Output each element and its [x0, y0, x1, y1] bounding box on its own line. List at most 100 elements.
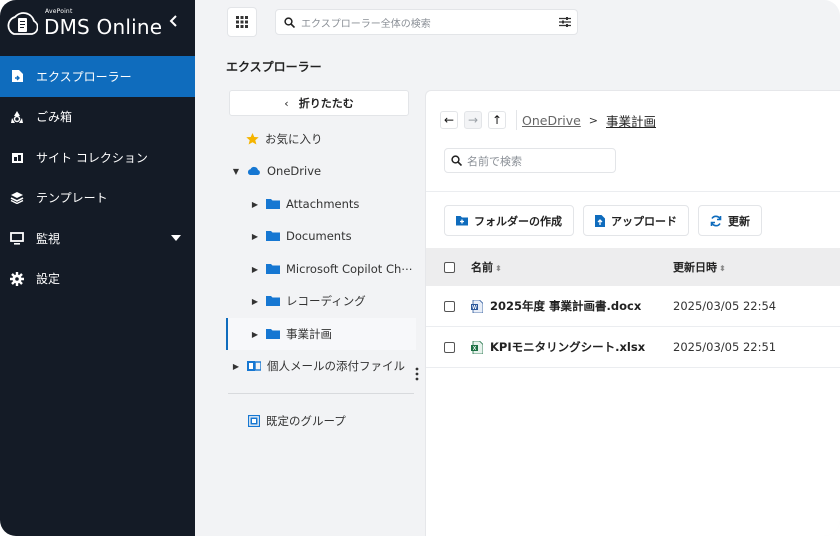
- forward-button[interactable]: →: [464, 111, 482, 129]
- up-button[interactable]: ↑: [488, 111, 506, 129]
- recycle-icon: [10, 110, 24, 124]
- breadcrumb: OneDrive > 事業計画: [516, 110, 656, 130]
- sidebar: AvePoint DMS Online エクスプローラー ごみ箱 サイト コレク…: [0, 0, 195, 536]
- brand: AvePoint DMS Online: [0, 0, 195, 52]
- sort-icon: ⬍: [495, 264, 502, 273]
- page-title: エクスプローラー: [226, 60, 322, 74]
- refresh-label: 更新: [728, 214, 750, 228]
- sidebar-item-site-collection[interactable]: サイト コレクション: [0, 137, 195, 178]
- refresh-icon: [710, 215, 722, 227]
- filter-icon[interactable]: [559, 17, 571, 27]
- tree-item-folder[interactable]: ▶ Microsoft Copilot Ch⋯: [226, 253, 416, 285]
- mail-attachment-icon: [247, 361, 261, 371]
- caret-down-icon[interactable]: ▼: [231, 167, 241, 176]
- name-search-input[interactable]: 名前で検索: [444, 148, 616, 173]
- tree-divider: [228, 393, 414, 394]
- column-header-name[interactable]: 名前 ⬍: [471, 259, 502, 275]
- collapse-tree-button[interactable]: ‹ 折りたたむ: [229, 90, 409, 116]
- caret-right-icon[interactable]: ▶: [231, 362, 241, 371]
- search-placeholder: エクスプローラー全体の検索: [301, 18, 431, 30]
- collapse-tree-label: 折りたたむ: [298, 97, 354, 110]
- tree-item-label: Microsoft Copilot Ch⋯: [286, 262, 413, 276]
- caret-right-icon[interactable]: ▶: [250, 200, 260, 209]
- caret-down-icon[interactable]: [171, 235, 181, 241]
- tree-item-folder[interactable]: ▶ Attachments: [226, 188, 416, 220]
- sidebar-item-settings[interactable]: 設定: [0, 259, 195, 300]
- refresh-button[interactable]: 更新: [698, 205, 762, 236]
- row-checkbox[interactable]: [444, 300, 455, 312]
- tree-item-label: お気に入り: [265, 132, 323, 146]
- select-all-checkbox[interactable]: [444, 261, 455, 273]
- divider: [426, 191, 840, 192]
- tree-item-folder[interactable]: ▶ Documents: [226, 220, 416, 252]
- app-launcher-button[interactable]: [227, 7, 257, 37]
- folder-icon: [266, 231, 280, 241]
- folder-icon: [266, 264, 280, 274]
- gear-icon: [10, 271, 24, 286]
- file-name[interactable]: W 2025年度 事業計画書.docx: [471, 298, 641, 314]
- upload-icon: [595, 214, 605, 227]
- search-icon: [451, 155, 462, 166]
- brand-sub: AvePoint: [45, 8, 73, 15]
- history-nav: ← → ↑: [440, 111, 506, 129]
- sidebar-item-monitoring[interactable]: 監視: [0, 218, 195, 259]
- monitor-icon: [10, 231, 24, 245]
- upload-label: アップロード: [611, 214, 677, 228]
- sidebar-item-label: サイト コレクション: [36, 150, 148, 165]
- breadcrumb-separator: [516, 110, 517, 130]
- caret-right-icon[interactable]: ▶: [250, 297, 260, 306]
- tree-item-default-group[interactable]: 既定のグループ: [226, 405, 416, 437]
- more-options-icon[interactable]: [415, 366, 419, 382]
- arrow-left-icon: ←: [443, 113, 455, 127]
- tree-item-label: OneDrive: [267, 164, 322, 178]
- tree-item-label: Attachments: [286, 197, 360, 211]
- star-icon: [246, 133, 259, 145]
- tree-item-label: Documents: [286, 229, 352, 243]
- breadcrumb-root-link[interactable]: OneDrive: [522, 113, 581, 128]
- table-row[interactable]: X KPIモニタリングシート.xlsx 2025/03/05 22:51: [426, 327, 840, 368]
- tree-item-folder[interactable]: ▶ レコーディング: [226, 285, 416, 317]
- search-placeholder: 名前で検索: [467, 154, 522, 168]
- layers-icon: [10, 191, 24, 205]
- cloud-icon: [247, 166, 260, 175]
- tree-item-onedrive[interactable]: ▼ OneDrive: [226, 155, 416, 187]
- file-name[interactable]: X KPIモニタリングシート.xlsx: [471, 339, 645, 355]
- chevron-right-icon: >: [588, 113, 598, 127]
- table-row[interactable]: W 2025年度 事業計画書.docx 2025/03/05 22:54: [426, 286, 840, 327]
- explorer-icon: [10, 69, 24, 83]
- arrow-up-icon: ↑: [491, 113, 503, 127]
- tree-item-mail-attachments[interactable]: ▶ 個人メールの添付ファイル: [226, 350, 416, 382]
- row-checkbox[interactable]: [444, 341, 455, 353]
- global-search-input[interactable]: エクスプローラー全体の検索: [275, 9, 578, 35]
- column-header-modified[interactable]: 更新日時 ⬍: [673, 259, 726, 275]
- folder-icon: [266, 296, 280, 306]
- tree-item-folder-selected[interactable]: ▶ 事業計画: [226, 318, 416, 350]
- dms-logo-icon: [7, 12, 38, 35]
- folder-add-icon: [456, 215, 468, 226]
- sidebar-item-label: エクスプローラー: [36, 69, 132, 84]
- sidebar-item-templates[interactable]: テンプレート: [0, 178, 195, 219]
- tree-item-label: レコーディング: [286, 294, 366, 308]
- folder-icon: [266, 199, 280, 209]
- caret-right-icon[interactable]: ▶: [250, 232, 260, 241]
- sidebar-item-explorer[interactable]: エクスプローラー: [0, 56, 195, 97]
- arrow-right-icon: →: [467, 113, 479, 127]
- sidebar-item-recycle-bin[interactable]: ごみ箱: [0, 97, 195, 138]
- sort-icon: ⬍: [719, 264, 726, 273]
- word-file-icon: W: [471, 299, 483, 313]
- group-icon: [248, 415, 260, 427]
- create-folder-button[interactable]: フォルダーの作成: [444, 205, 574, 236]
- create-folder-label: フォルダーの作成: [474, 214, 562, 228]
- search-icon: [284, 16, 295, 28]
- app-window: AvePoint DMS Online エクスプローラー ごみ箱 サイト コレク…: [0, 0, 840, 536]
- caret-right-icon[interactable]: ▶: [250, 265, 260, 274]
- tree-item-label: 事業計画: [286, 327, 332, 341]
- upload-button[interactable]: アップロード: [583, 205, 689, 236]
- caret-right-icon[interactable]: ▶: [250, 330, 260, 339]
- back-button[interactable]: ←: [440, 111, 458, 129]
- breadcrumb-current[interactable]: 事業計画: [606, 111, 656, 130]
- collapse-sidebar-icon[interactable]: [166, 12, 182, 30]
- grid-icon: [236, 16, 248, 28]
- tree-item-favorites[interactable]: お気に入り: [226, 123, 416, 155]
- tree-item-label: 個人メールの添付ファイル: [267, 359, 405, 373]
